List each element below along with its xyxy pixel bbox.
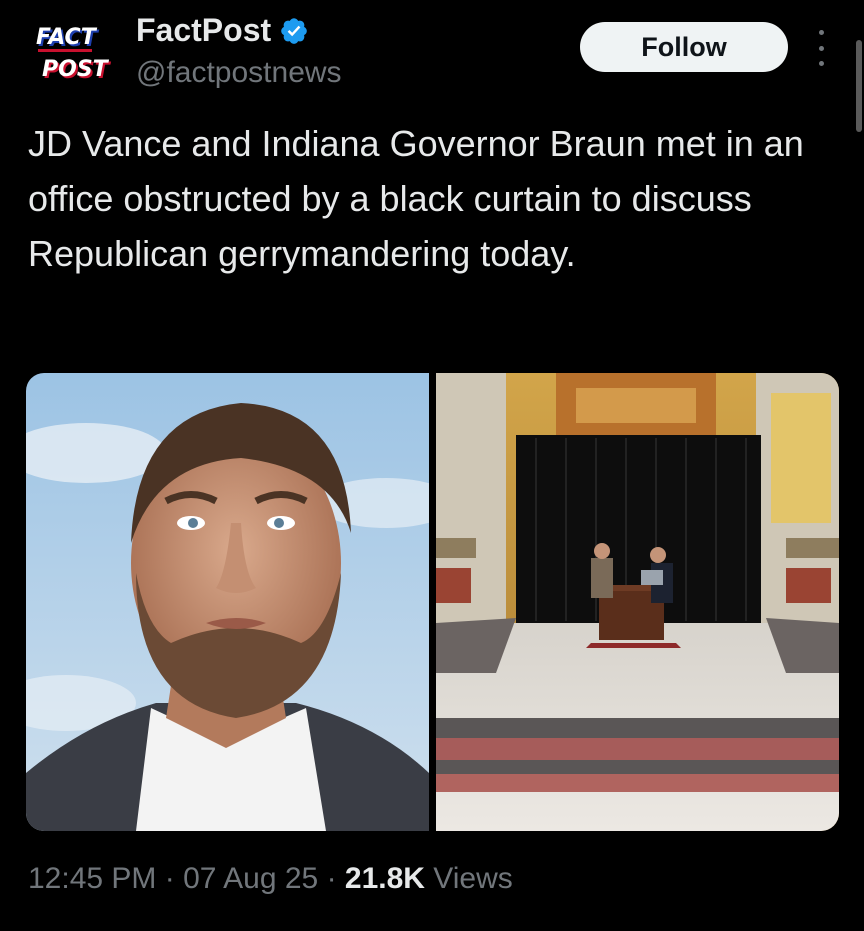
tweet-date[interactable]: 07 Aug 25 bbox=[183, 862, 318, 896]
name-row[interactable]: FactPost bbox=[136, 12, 309, 49]
photo-portrait[interactable] bbox=[26, 373, 429, 831]
scrollbar[interactable] bbox=[856, 40, 862, 132]
follow-button[interactable]: Follow bbox=[580, 22, 788, 72]
meta-separator: · bbox=[318, 862, 345, 895]
tweet-header: FACT FACT POST POST FactPost @factpostne… bbox=[0, 0, 864, 110]
more-vertical-icon[interactable] bbox=[812, 30, 830, 66]
display-name[interactable]: FactPost bbox=[136, 12, 271, 49]
factpost-logo: FACT FACT POST POST bbox=[32, 20, 112, 86]
account-handle[interactable]: @factpostnews bbox=[136, 56, 342, 90]
tweet-time[interactable]: 12:45 PM bbox=[28, 862, 156, 896]
views-count: 21.8K bbox=[344, 862, 425, 895]
meta-separator: · bbox=[156, 862, 184, 895]
views-label: Views bbox=[424, 862, 513, 895]
tweet-meta: 12:45 PM · 07 Aug 25 · 21.8K Views bbox=[28, 862, 513, 896]
avatar[interactable]: FACT FACT POST POST bbox=[28, 14, 112, 98]
verified-badge-icon bbox=[281, 17, 307, 44]
portrait-image bbox=[26, 373, 429, 831]
media-grid[interactable] bbox=[26, 373, 839, 831]
svg-text:FACT: FACT bbox=[36, 25, 98, 50]
office-image bbox=[436, 373, 839, 831]
photo-office[interactable] bbox=[436, 373, 839, 831]
svg-text:POST: POST bbox=[42, 57, 110, 82]
tweet-text: JD Vance and Indiana Governor Braun met … bbox=[28, 123, 804, 274]
